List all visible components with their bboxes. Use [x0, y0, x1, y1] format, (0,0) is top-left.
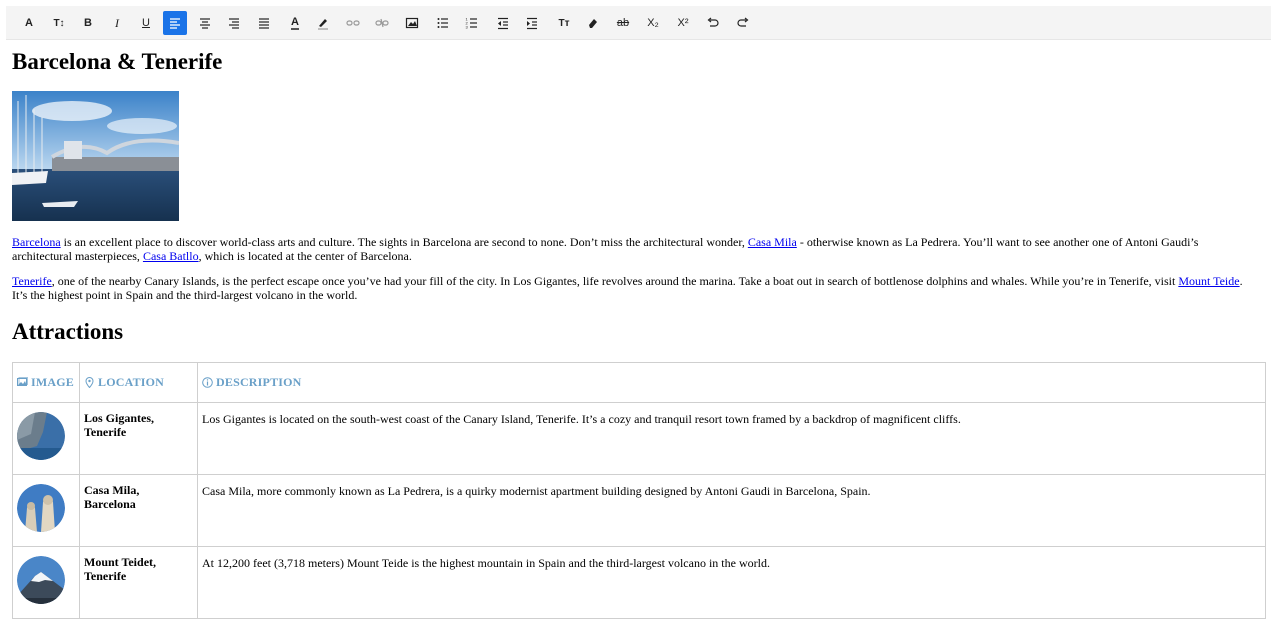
svg-text:3: 3	[466, 25, 469, 30]
barcelona-text-1: is an excellent place to discover world-…	[60, 235, 748, 249]
attractions-table: IMAGE LOCATION DESCRIPTION Los Gigantes,…	[12, 362, 1266, 619]
location-name: Mount Teidet, Tenerife	[84, 555, 157, 583]
strikethrough-button[interactable]: ab	[611, 11, 635, 35]
bold-button[interactable]: B	[76, 11, 100, 35]
align-right-button[interactable]	[222, 11, 246, 35]
link-icon	[346, 20, 360, 26]
los-gigantes-thumbnail[interactable]	[17, 412, 65, 460]
barcelona-paragraph: Barcelona is an excellent place to disco…	[12, 235, 1257, 263]
description-cell[interactable]: At 12,200 feet (3,718 meters) Mount Teid…	[197, 546, 1266, 619]
align-left-button[interactable]	[163, 11, 187, 35]
font-color-icon: A	[291, 15, 299, 30]
highlight-button[interactable]	[311, 11, 335, 35]
table-header-row: IMAGE LOCATION DESCRIPTION	[12, 362, 1266, 403]
description-text: Casa Mila, more commonly known as La Ped…	[202, 484, 871, 498]
superscript-button[interactable]: X²	[671, 11, 695, 35]
location-cell[interactable]: Los Gigantes, Tenerife	[79, 402, 198, 475]
align-justify-icon	[259, 18, 269, 29]
bulleted-list-icon	[437, 18, 448, 28]
image-icon	[17, 377, 28, 386]
image-cell[interactable]	[12, 546, 80, 619]
casa-mila-thumbnail[interactable]	[17, 484, 65, 532]
info-icon	[202, 377, 213, 388]
mount-teide-link[interactable]: Mount Teide	[1178, 274, 1239, 288]
indent-button[interactable]	[520, 11, 544, 35]
align-center-icon	[200, 18, 210, 29]
table-row: Casa Mila, Barcelona Casa Mila, more com…	[12, 474, 1266, 547]
rich-text-editor: A T↕ B I U A 123 Tт ab X₂ X² Barcelona &…	[0, 0, 1280, 628]
outdent-button[interactable]	[491, 11, 515, 35]
bulleted-list-button[interactable]	[431, 11, 455, 35]
image-icon	[405, 17, 419, 29]
superscript-icon: X²	[677, 17, 689, 29]
description-cell[interactable]: Los Gigantes is located on the south-wes…	[197, 402, 1266, 475]
eraser-icon	[589, 19, 597, 28]
casa-mila-link[interactable]: Casa Mila	[748, 235, 797, 249]
barcelona-link[interactable]: Barcelona	[12, 235, 61, 249]
unlink-icon	[375, 18, 389, 28]
font-family-button[interactable]: A	[17, 11, 41, 35]
font-size-icon: T↕	[53, 17, 65, 29]
casa-batllo-link[interactable]: Casa Batllo	[143, 249, 199, 263]
image-column-header[interactable]: IMAGE	[12, 362, 80, 403]
table-row: Los Gigantes, Tenerife Los Gigantes is l…	[12, 402, 1266, 475]
description-text: Los Gigantes is located on the south-wes…	[202, 412, 961, 426]
image-cell[interactable]	[12, 474, 80, 547]
redo-button[interactable]	[731, 11, 755, 35]
location-name: Los Gigantes, Tenerife	[84, 411, 155, 439]
font-color-button[interactable]: A	[283, 11, 307, 35]
location-name: Casa Mila, Barcelona	[84, 483, 140, 511]
align-center-button[interactable]	[193, 11, 217, 35]
tenerife-paragraph: Tenerife, one of the nearby Canary Islan…	[12, 274, 1257, 302]
subscript-icon: X₂	[647, 17, 659, 29]
image-cell[interactable]	[12, 402, 80, 475]
bold-icon: B	[84, 17, 92, 29]
location-column-label: LOCATION	[98, 375, 165, 389]
italic-icon: I	[115, 15, 119, 30]
description-column-header[interactable]: DESCRIPTION	[197, 362, 1266, 403]
tenerife-text-1: , one of the nearby Canary Islands, is t…	[51, 274, 1179, 288]
location-pin-icon	[85, 377, 94, 388]
italic-button[interactable]: I	[105, 11, 129, 35]
barcelona-port-image[interactable]	[12, 91, 179, 221]
undo-icon	[707, 17, 719, 27]
underline-button[interactable]: U	[134, 11, 158, 35]
description-cell[interactable]: Casa Mila, more commonly known as La Ped…	[197, 474, 1266, 547]
description-column-label: DESCRIPTION	[216, 375, 302, 389]
numbered-list-button[interactable]: 123	[460, 11, 484, 35]
subscript-button[interactable]: X₂	[641, 11, 665, 35]
text-format-button[interactable]: Tт	[552, 11, 576, 35]
numbered-list-icon: 123	[466, 17, 477, 30]
undo-button[interactable]	[701, 11, 725, 35]
strikethrough-icon: ab	[616, 17, 630, 29]
link-button[interactable]	[341, 11, 365, 35]
image-column-label: IMAGE	[31, 375, 74, 389]
editor-toolbar: A T↕ B I U A 123 Tт ab X₂ X²	[6, 6, 1271, 40]
highlight-pen-icon	[318, 19, 328, 30]
text-format-icon: Tт	[558, 17, 570, 29]
clear-format-button[interactable]	[581, 11, 605, 35]
font-family-icon: A	[25, 17, 33, 29]
tenerife-link[interactable]: Tenerife	[12, 274, 52, 288]
attractions-heading: Attractions	[12, 319, 124, 344]
barcelona-text-3: , which is located at the center of Barc…	[198, 249, 412, 263]
align-justify-button[interactable]	[252, 11, 276, 35]
mount-teide-thumbnail[interactable]	[17, 556, 65, 604]
align-right-icon	[229, 18, 239, 29]
table-row: Mount Teidet, Tenerife At 12,200 feet (3…	[12, 546, 1266, 619]
description-text: At 12,200 feet (3,718 meters) Mount Teid…	[202, 556, 770, 570]
location-cell[interactable]: Mount Teidet, Tenerife	[79, 546, 198, 619]
location-column-header[interactable]: LOCATION	[79, 362, 198, 403]
page-title: Barcelona & Tenerife	[12, 49, 223, 74]
outdent-icon	[498, 17, 508, 30]
redo-icon	[737, 17, 749, 27]
align-left-icon	[170, 18, 180, 29]
unlink-button[interactable]	[370, 11, 394, 35]
image-button[interactable]	[400, 11, 424, 35]
font-size-button[interactable]: T↕	[47, 11, 71, 35]
underline-icon: U	[142, 17, 150, 29]
location-cell[interactable]: Casa Mila, Barcelona	[79, 474, 198, 547]
indent-icon	[527, 17, 537, 30]
